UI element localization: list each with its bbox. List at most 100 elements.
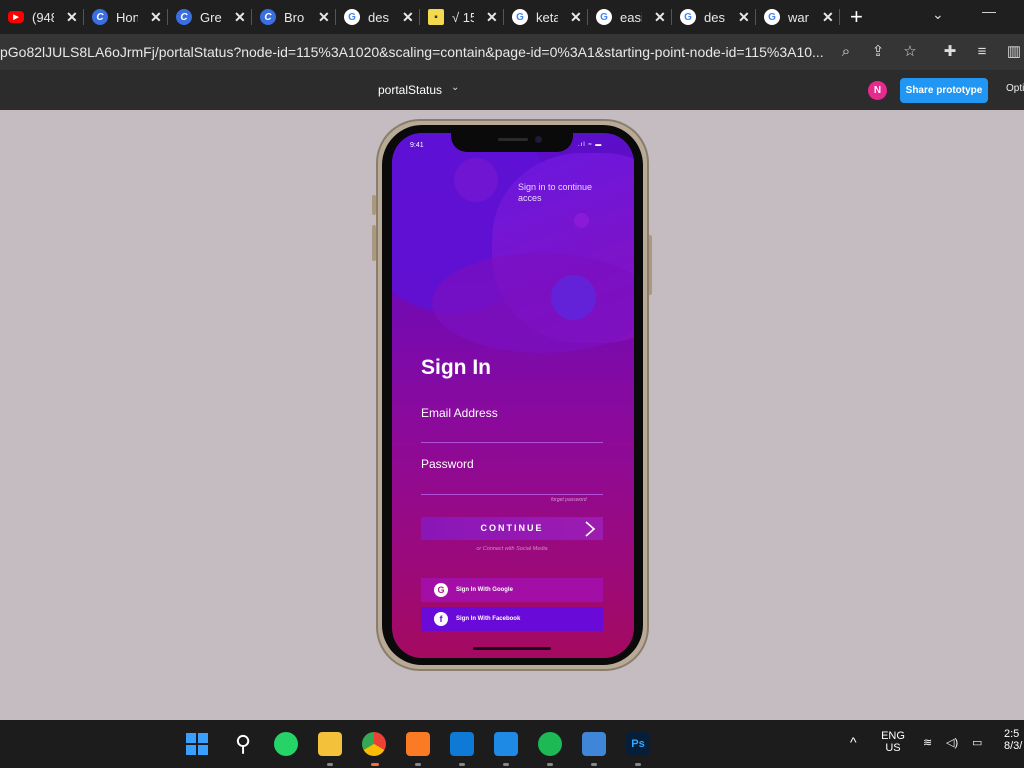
phone-speaker [498, 138, 528, 141]
share-prototype-button[interactable]: Share prototype [900, 78, 988, 103]
status-time: 9:41 [410, 142, 424, 149]
close-tab-icon[interactable]: ✕ [486, 9, 498, 26]
home-indicator [473, 647, 551, 650]
photoshop-icon[interactable]: Ps [626, 732, 650, 756]
url-field[interactable]: pGo82lJULS8LA6oJrmFj/portalStatus?node-i… [0, 34, 830, 70]
windows-start-icon[interactable] [186, 733, 208, 755]
canva-icon: C [260, 9, 276, 25]
decor-circle [454, 158, 498, 202]
close-tab-icon[interactable]: ✕ [738, 9, 750, 26]
language-indicator[interactable]: ENG US [878, 730, 908, 754]
bookmark-star-icon[interactable]: ☆ [901, 43, 919, 61]
chrome-icon[interactable] [362, 732, 386, 756]
google-icon: G [680, 9, 696, 25]
decor-circle [551, 275, 596, 320]
share-icon[interactable]: ⇪ [869, 43, 887, 61]
minimize-icon[interactable]: — [982, 3, 996, 19]
continue-button[interactable]: CONTINUE [421, 517, 603, 540]
facebook-signin-label: Sign In With Facebook [456, 616, 521, 622]
clock[interactable]: 2:5 8/3/ [1004, 728, 1024, 752]
zoom-icon[interactable]: ⌕ [837, 43, 855, 61]
photos-icon[interactable] [582, 732, 606, 756]
options-menu[interactable]: Opti [1006, 83, 1024, 94]
browser-tab[interactable]: C Gre ✕ [168, 0, 252, 34]
battery-icon[interactable]: ▭ [972, 736, 982, 749]
tab-title: Hon [116, 9, 138, 25]
google-signin-button[interactable]: G Sign In With Google [421, 578, 603, 602]
social-divider-text: or Connect with Social Media [476, 546, 548, 552]
youtube-icon: ▶ [8, 11, 24, 23]
tray-overflow-icon[interactable]: ^ [850, 734, 857, 750]
tab-title: war [788, 9, 809, 25]
search-icon[interactable]: ⚲ [231, 732, 255, 756]
canva-icon: C [92, 9, 108, 25]
running-indicator [547, 763, 553, 766]
tab-search-chevron-icon[interactable]: ⌄ [932, 6, 944, 23]
volume-icon[interactable]: ◁) [946, 736, 958, 749]
password-field[interactable] [421, 494, 603, 495]
browser-tab[interactable]: ▶ (948 ✕ [0, 0, 84, 34]
browser-tab[interactable]: Gketa ✕ [504, 0, 588, 34]
mail-icon[interactable] [494, 732, 518, 756]
close-tab-icon[interactable]: ✕ [150, 9, 162, 26]
browser-tab[interactable]: C Hon ✕ [84, 0, 168, 34]
close-tab-icon[interactable]: ✕ [234, 9, 246, 26]
decor-circle [574, 213, 589, 228]
browser-tab[interactable]: Gdes ✕ [336, 0, 420, 34]
browser-tab[interactable]: Geasi ✕ [588, 0, 672, 34]
close-tab-icon[interactable]: ✕ [570, 9, 582, 26]
facebook-icon: f [434, 612, 448, 626]
running-indicator [459, 763, 465, 766]
tab-title: des [704, 9, 725, 25]
page-title[interactable]: portalStatus [378, 83, 442, 97]
close-tab-icon[interactable]: ✕ [822, 9, 834, 26]
note-icon: ▪ [428, 9, 444, 25]
wifi-icon[interactable]: ≋ [923, 736, 932, 749]
active-indicator [371, 763, 379, 766]
canva-icon: C [176, 9, 192, 25]
browser-tab[interactable]: C Bro ✕ [252, 0, 336, 34]
whatsapp-icon[interactable] [274, 732, 298, 756]
address-bar: pGo82lJULS8LA6oJrmFj/portalStatus?node-i… [0, 34, 1024, 70]
file-explorer-icon[interactable] [318, 732, 342, 756]
close-tab-icon[interactable]: ✕ [654, 9, 666, 26]
avatar[interactable]: N [868, 81, 887, 100]
extensions-icon[interactable]: ✚ [941, 43, 959, 61]
side-panel-icon[interactable]: ▥ [1005, 43, 1023, 61]
forgot-password-link[interactable]: forget password [551, 497, 587, 503]
close-tab-icon[interactable]: ✕ [66, 9, 78, 26]
google-icon: G [764, 9, 780, 25]
browser-tab[interactable]: ▪ √ 15 ✕ [420, 0, 504, 34]
new-tab-icon[interactable]: + [850, 4, 880, 30]
running-indicator [503, 763, 509, 766]
running-indicator [415, 763, 421, 766]
running-indicator [591, 763, 597, 766]
browser-tab[interactable]: Gwar ✕ [756, 0, 840, 34]
language-code: ENG [881, 730, 905, 742]
google-icon: G [434, 583, 448, 597]
browser-tab[interactable]: Gdes ✕ [672, 0, 756, 34]
spotify-icon[interactable] [538, 732, 562, 756]
sign-in-heading: Sign In [421, 356, 491, 379]
chevron-right-icon [585, 521, 596, 537]
email-field[interactable] [421, 442, 603, 443]
running-indicator [327, 763, 333, 766]
google-signin-label: Sign In With Google [456, 587, 513, 593]
google-icon: G [512, 9, 528, 25]
close-tab-icon[interactable]: ✕ [318, 9, 330, 26]
tab-title: (948 [32, 9, 54, 25]
xampp-icon[interactable] [406, 732, 430, 756]
media-icon[interactable]: ≡ [973, 43, 991, 61]
vscode-icon[interactable] [450, 732, 474, 756]
phone-camera [535, 136, 542, 143]
clock-time: 2:5 [1004, 728, 1020, 740]
chevron-down-icon[interactable]: ⌄ [451, 82, 459, 93]
facebook-signin-button[interactable]: f Sign In With Facebook [421, 607, 603, 631]
close-tab-icon[interactable]: ✕ [402, 9, 414, 26]
password-label: Password [421, 457, 474, 471]
tab-title: √ 15 [452, 9, 474, 25]
tab-title: keta [536, 9, 558, 25]
browser-tab-strip: ▶ (948 ✕ C Hon ✕ C Gre ✕ C Bro ✕ Gdes ✕ ▪ √ 15 ✕ Gk… [0, 0, 1024, 34]
running-indicator [635, 763, 641, 766]
google-icon: G [596, 9, 612, 25]
